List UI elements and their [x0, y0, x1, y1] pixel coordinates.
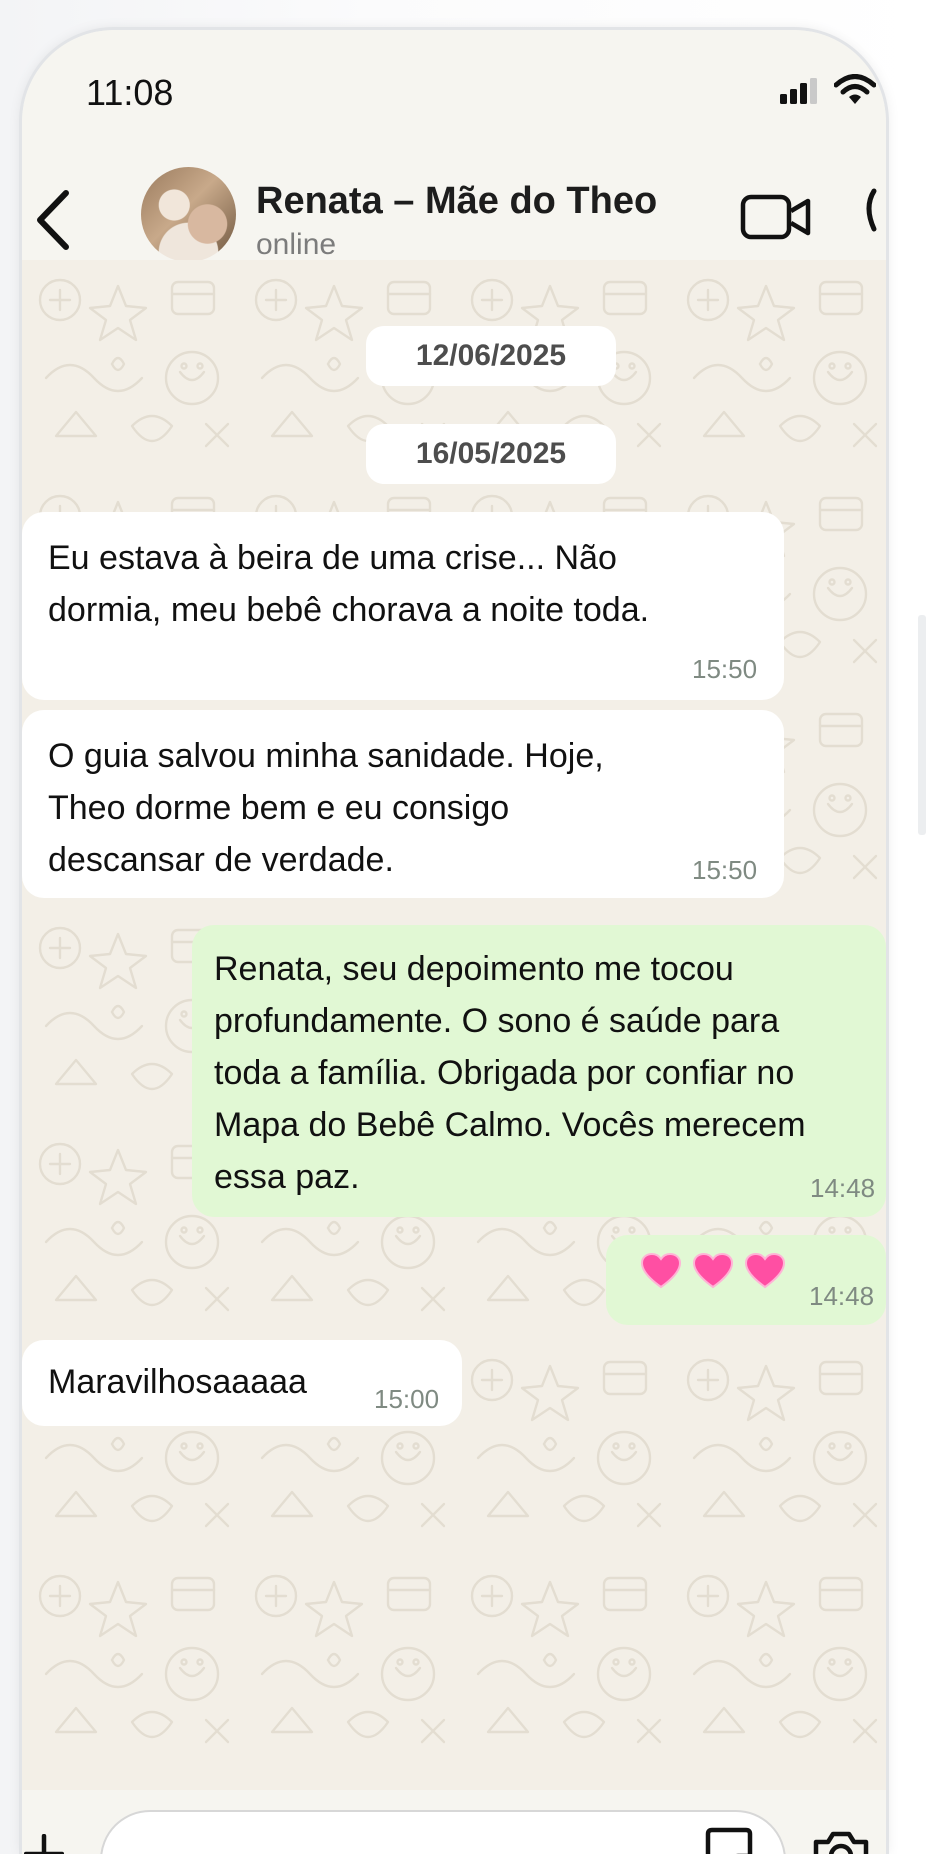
- message-time: 15:50: [692, 855, 758, 885]
- message-text-line: Eu estava à beira de uma crise... Não: [48, 539, 617, 577]
- message-bubble-outgoing[interactable]: Renata, seu depoimento me tocou profunda…: [192, 925, 886, 1217]
- message-bubble-incoming[interactable]: O guia salvou minha sanidade. Hoje, Theo…: [22, 710, 784, 898]
- phone-call-icon[interactable]: [860, 185, 886, 235]
- heart-icon: [641, 1253, 681, 1289]
- contact-status: online: [256, 228, 337, 261]
- message-time: 15:50: [692, 654, 758, 684]
- message-text-line: dormia, meu bebê chorava a noite toda.: [48, 591, 650, 629]
- heart-icon: [693, 1253, 733, 1289]
- status-time: 11:08: [86, 72, 174, 113]
- message-bubble-incoming[interactable]: Eu estava à beira de uma crise... Não do…: [22, 512, 784, 700]
- video-call-icon[interactable]: [740, 193, 812, 241]
- wifi-icon: [834, 74, 876, 104]
- phone-side-button: [918, 615, 926, 835]
- heart-emoji-group: [641, 1253, 785, 1289]
- message-time: 14:48: [809, 1281, 875, 1311]
- heart-icon: [745, 1253, 785, 1289]
- status-bar: 11:08: [22, 30, 886, 125]
- message-text-line: profundamente. O sono é saúde para: [214, 1002, 780, 1040]
- message-text-line: toda a família. Obrigada por confiar no: [214, 1054, 795, 1092]
- message-text-line: O guia salvou minha sanidade. Hoje,: [48, 737, 604, 775]
- date-chip: 12/06/2025: [366, 326, 616, 386]
- message-text-line: essa paz.: [214, 1158, 360, 1196]
- message-bubble-outgoing[interactable]: 14:48: [606, 1235, 886, 1325]
- back-icon[interactable]: [28, 185, 78, 255]
- phone-screen: 11:08 Renata – Mãe do Theo online 12/06/…: [22, 30, 886, 1854]
- chat-area[interactable]: 12/06/2025 16/05/2025 Eu estava à beira …: [22, 260, 886, 1790]
- message-time: 14:48: [810, 1173, 876, 1203]
- message-text-line: Renata, seu depoimento me tocou: [214, 950, 734, 988]
- message-bubble-incoming[interactable]: Maravilhosaaaaa 15:00: [22, 1340, 462, 1426]
- message-text-line: descansar de verdade.: [48, 841, 394, 879]
- message-text-line: Theo dorme bem e eu consigo: [48, 789, 510, 827]
- message-time: 15:00: [374, 1384, 440, 1414]
- plus-icon[interactable]: [24, 1834, 64, 1854]
- message-input[interactable]: [100, 1810, 786, 1854]
- camera-icon[interactable]: [812, 1830, 870, 1854]
- avatar[interactable]: [141, 167, 236, 262]
- signal-icon: [780, 78, 817, 104]
- date-chip: 16/05/2025: [366, 424, 616, 484]
- contact-name[interactable]: Renata – Mãe do Theo: [256, 180, 657, 223]
- sticker-icon[interactable]: [704, 1826, 754, 1854]
- message-text-line: Maravilhosaaaaa: [48, 1363, 307, 1401]
- input-bar: [22, 1790, 886, 1854]
- message-text-line: Mapa do Bebê Calmo. Vocês merecem: [214, 1106, 806, 1144]
